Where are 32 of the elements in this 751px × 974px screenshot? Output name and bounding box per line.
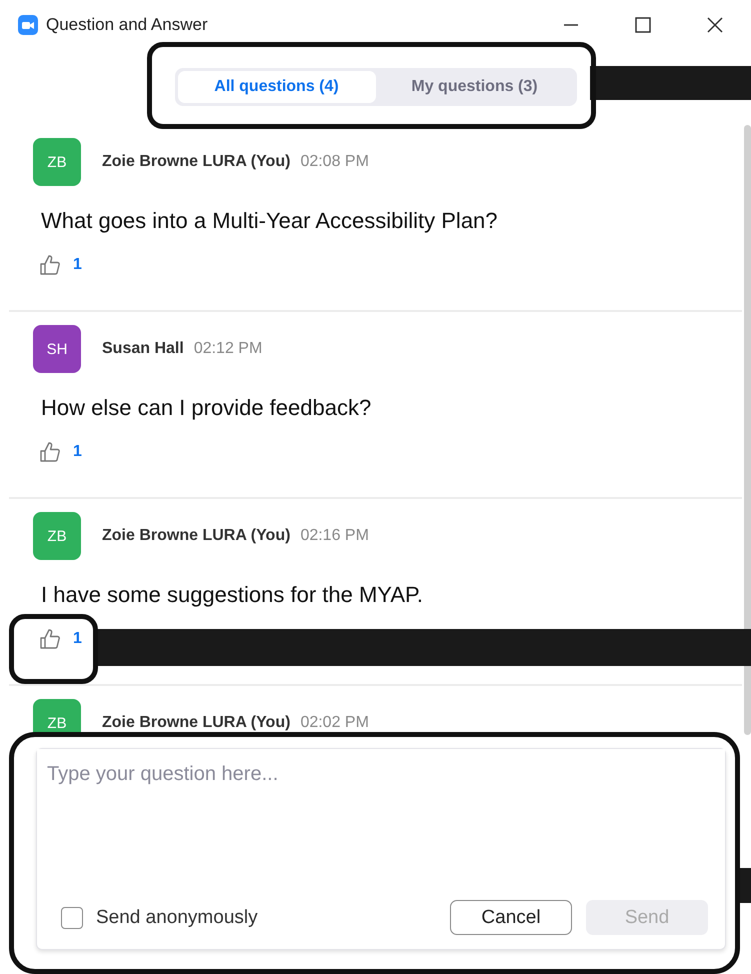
question-text: How else can I provide feedback?: [41, 395, 372, 421]
thumbs-up-icon[interactable]: [39, 254, 61, 276]
timestamp: 02:16 PM: [300, 527, 369, 545]
cancel-button[interactable]: Cancel: [450, 900, 572, 935]
scrollbar[interactable]: [744, 125, 751, 735]
checkbox-label: Send anonymously: [96, 906, 258, 928]
maximize-icon: [635, 17, 651, 33]
timestamp: 02:12 PM: [194, 340, 262, 358]
avatar: ZB: [33, 512, 81, 560]
avatar: ZB: [33, 138, 81, 186]
thumbs-up-icon[interactable]: [39, 441, 61, 463]
avatar: SH: [33, 325, 81, 373]
thumbs-up-icon[interactable]: [39, 628, 61, 650]
close-icon: [707, 17, 723, 33]
like-count: 1: [73, 256, 82, 274]
tab[interactable]: My questions (3): [376, 71, 574, 103]
question-text: What goes into a Multi-Year Accessibility Plan?: [41, 208, 499, 234]
author-name: Zoie Browne LURA (You): [102, 153, 290, 171]
like-count: 1: [73, 630, 82, 648]
author-name: Susan Hall: [102, 340, 184, 358]
author-name: Zoie Browne LURA (You): [102, 714, 290, 732]
author-name: Zoie Browne LURA (You): [102, 527, 290, 545]
question-text: I have some suggestions for the MYAP.: [41, 582, 424, 608]
tab[interactable]: All questions (4): [178, 71, 376, 103]
timestamp: 02:08 PM: [300, 153, 369, 171]
like-count: 1: [73, 443, 82, 461]
anonymous-checkbox[interactable]: [61, 906, 83, 928]
window-title: Question and Answer: [46, 15, 208, 35]
minimize-icon: [563, 24, 579, 26]
timestamp: 02:02 PM: [300, 714, 369, 732]
avatar: ZB: [33, 699, 81, 735]
video-camera-icon: [18, 15, 38, 35]
